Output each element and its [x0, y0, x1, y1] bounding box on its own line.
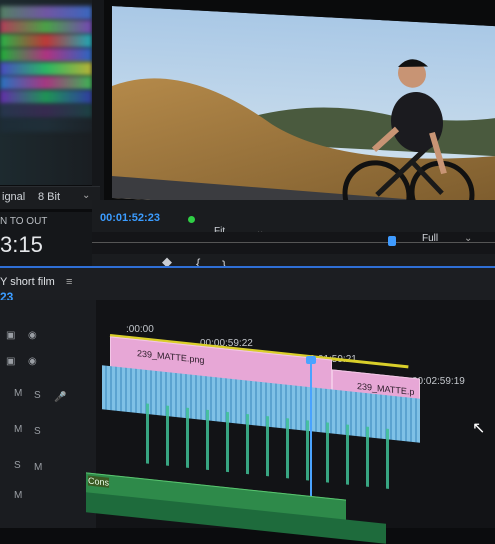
source-info: N TO OUT 3:15: [0, 212, 92, 266]
monitor-timecode[interactable]: 00:01:52:23: [100, 212, 160, 224]
scope-footer: ignal 8 Bit ⌄: [0, 186, 100, 209]
monitor-control-bar: 00:01:52:23 Fit ⌄: [92, 200, 495, 237]
clip-label: 239_MATTE.png: [137, 348, 205, 366]
in-to-out-label: N TO OUT: [0, 216, 48, 227]
mouse-cursor-icon: ↖: [472, 420, 486, 437]
ruler-time: :00:00: [126, 324, 154, 335]
playhead-marker-icon[interactable]: [388, 236, 396, 246]
timeline-header: Y short film ≡ 23: [0, 266, 495, 304]
chevron-down-icon[interactable]: ⌄: [464, 233, 472, 244]
playhead-marker-icon[interactable]: [306, 356, 316, 364]
scope-band: [0, 90, 92, 104]
scope-band: [0, 6, 92, 20]
mute-icon[interactable]: M: [34, 462, 42, 473]
solo-icon[interactable]: S: [14, 460, 21, 471]
quality-dropdown[interactable]: Full: [422, 233, 438, 244]
status-dot-icon: [188, 216, 195, 223]
scope-band: [0, 104, 92, 118]
scope-band: [0, 34, 92, 48]
mute-icon[interactable]: M: [14, 490, 22, 501]
bit-depth-dropdown[interactable]: 8 Bit: [38, 191, 60, 203]
menu-icon[interactable]: ≡: [66, 276, 72, 288]
sequence-tab[interactable]: Y short film: [0, 276, 55, 288]
program-video-frame: [112, 6, 495, 219]
video-track-icon[interactable]: ▣: [6, 330, 15, 341]
lumetri-scope-panel: [0, 0, 92, 185]
timeline-area[interactable]: :00:00 00:00:59:22 00:01:59:21 00:02:59:…: [86, 300, 495, 544]
video-track-icon[interactable]: ▣: [6, 356, 15, 367]
bit-depth-label: ignal: [2, 191, 26, 203]
eye-icon[interactable]: ◉: [28, 330, 37, 341]
solo-icon[interactable]: S: [34, 390, 41, 401]
eye-icon[interactable]: ◉: [28, 356, 37, 367]
solo-icon[interactable]: S: [34, 426, 41, 437]
mute-icon[interactable]: M: [14, 388, 22, 399]
scope-band: [0, 62, 92, 76]
scope-band: [0, 76, 92, 90]
mute-icon[interactable]: M: [14, 424, 22, 435]
monitor-scrubber[interactable]: Full ⌄: [92, 232, 495, 254]
chevron-down-icon[interactable]: ⌄: [82, 190, 90, 201]
fx-label: Cons: [88, 475, 110, 488]
scope-band: [0, 20, 92, 34]
duration-readout: 3:15: [0, 232, 43, 257]
mic-icon[interactable]: 🎤: [54, 392, 66, 403]
scope-band: [0, 118, 92, 132]
video-frame-image: [112, 6, 495, 219]
scope-band: [0, 48, 92, 62]
track-headers: ▣ ◉ ▣ ◉ M S 🎤 M S S M M: [0, 300, 96, 528]
